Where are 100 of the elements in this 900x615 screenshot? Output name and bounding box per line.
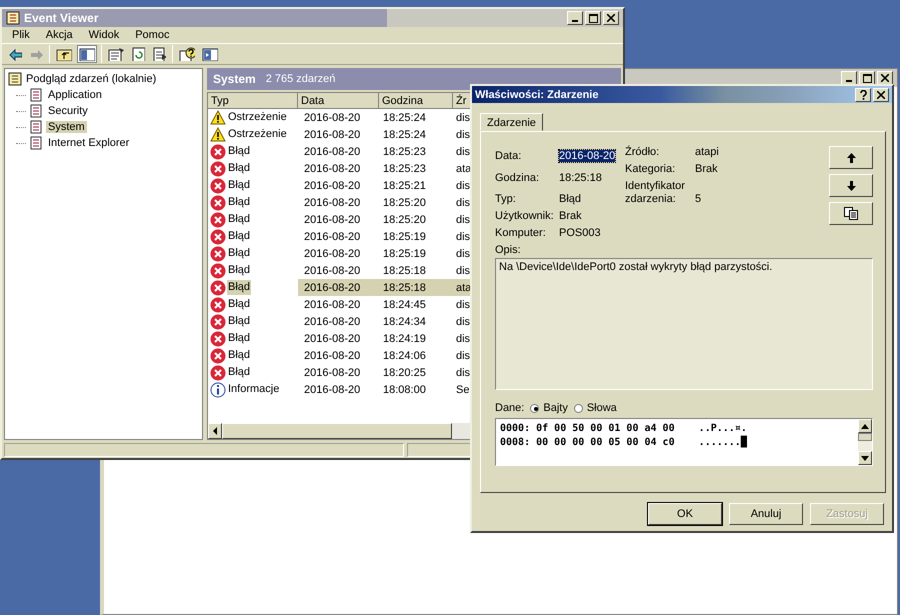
event-type[interactable]: Błąd: [227, 297, 252, 312]
radio-button[interactable]: [530, 404, 540, 412]
help-button[interactable]: [855, 88, 871, 102]
table-cell-text: dis: [455, 298, 470, 312]
table-cell-text: 18:25:20: [382, 196, 427, 210]
tree-item[interactable]: Internet Explorer: [46, 137, 132, 149]
event-type[interactable]: Błąd: [227, 348, 252, 363]
event-type[interactable]: Błąd: [227, 161, 252, 176]
tree-item[interactable]: System: [46, 121, 87, 133]
dialog-title: Właściwości: Zdarzenie: [475, 88, 598, 100]
tab[interactable]: Zdarzenie: [480, 113, 543, 131]
event-type[interactable]: Błąd: [227, 331, 252, 346]
column-header[interactable]: Godzina: [379, 93, 453, 109]
column-header[interactable]: Data: [298, 93, 379, 109]
error-icon: [210, 314, 226, 330]
close-button[interactable]: [877, 71, 893, 85]
event-type[interactable]: Błąd: [227, 246, 252, 261]
close-button[interactable]: [603, 11, 619, 25]
maximize-button[interactable]: [859, 71, 875, 85]
event-type[interactable]: Błąd: [227, 314, 252, 329]
description-box[interactable]: Na \Device\Ide\IdePort0 został wykryty błąd parzystości.: [495, 258, 873, 390]
dialog-button[interactable]: OK: [648, 503, 722, 525]
table-cell-text: 18:08:00: [382, 382, 427, 398]
window-title: Event Viewer: [24, 11, 98, 25]
table-cell-text: 18:24:34: [382, 314, 427, 330]
radio-button[interactable]: [574, 404, 583, 412]
log-icon: [29, 120, 43, 134]
copy-icon: [844, 207, 858, 220]
close-button[interactable]: [873, 88, 889, 102]
event-type[interactable]: Błąd: [227, 195, 252, 210]
hex-line: 0000: 0f 00 50 00 01 00 a4 00 ..P...¤.: [500, 422, 748, 436]
previous-event-button[interactable]: [829, 146, 873, 169]
field-label: Godzina:: [495, 172, 540, 185]
event-type[interactable]: Informacje: [227, 382, 280, 397]
dialog-button[interactable]: Anuluj: [729, 503, 803, 525]
event-type[interactable]: Ostrzeżenie: [227, 127, 288, 142]
table-cell-text: Se: [455, 382, 470, 398]
event-type[interactable]: Błąd: [227, 144, 252, 159]
action-pane-icon[interactable]: [201, 46, 219, 62]
radio-option[interactable]: Słowa: [574, 402, 617, 414]
table-cell-text: 2016-08-20: [303, 298, 362, 312]
menu-item[interactable]: Plik: [4, 29, 38, 41]
event-type[interactable]: Błąd: [227, 263, 252, 278]
vertical-scrollbar[interactable]: [858, 419, 872, 465]
event-type[interactable]: Błąd: [227, 280, 252, 295]
properties-icon[interactable]: [107, 46, 125, 62]
maximize-button[interactable]: [585, 11, 601, 25]
table-cell-text: dis: [455, 230, 470, 244]
table-cell-text: 2016-08-20: [303, 128, 362, 142]
table-cell-text: 2016-08-20: [303, 246, 362, 262]
error-icon: [210, 330, 226, 346]
field-label: Komputer:: [495, 227, 547, 240]
event-count: 2 765 zdarzeń: [266, 73, 336, 85]
field-value: 2016-08-20: [559, 150, 616, 162]
field-value: atapi: [695, 146, 720, 159]
hex-data-box[interactable]: 0000: 0f 00 50 00 01 00 a4 00 ..P...¤. 0008: 00 00 00 00 05 00 04 c0 .......█: [495, 418, 873, 466]
back-arrow-icon[interactable]: [7, 46, 23, 62]
field-label: Opis:: [495, 244, 522, 256]
minimize-button[interactable]: [841, 71, 857, 85]
error-icon: [210, 296, 226, 312]
up-arrow-icon: [861, 424, 869, 428]
menu-item[interactable]: Widok: [80, 29, 128, 41]
menu-item[interactable]: Akcja: [38, 29, 81, 41]
table-cell-text: 2016-08-20: [303, 314, 362, 330]
table-cell-text: 2016-08-20: [303, 332, 362, 346]
info-icon: [210, 382, 226, 398]
copy-button[interactable]: [829, 202, 873, 225]
field-label: Źródło:: [625, 146, 660, 159]
log-icon: [29, 136, 43, 150]
table-cell: 2016-08-20: [298, 279, 379, 296]
minimize-button[interactable]: [567, 11, 583, 25]
table-cell-text: dis: [455, 332, 470, 346]
event-type[interactable]: Błąd: [227, 229, 252, 244]
warning-icon: [210, 110, 226, 125]
menu-item[interactable]: Pomoc: [127, 29, 178, 41]
refresh-icon[interactable]: [130, 46, 146, 62]
tree-item[interactable]: Podgląd zdarzeń (lokalnie): [8, 71, 199, 87]
table-cell-text: 18:25:23: [382, 162, 427, 176]
table-cell-text: 2016-08-20: [303, 178, 362, 194]
table-cell-text: 2016-08-20: [303, 366, 362, 380]
column-header[interactable]: Typ: [208, 93, 298, 109]
table-cell-text: 18:25:19: [382, 230, 427, 244]
next-event-button[interactable]: [829, 174, 873, 197]
event-type[interactable]: Błąd: [227, 212, 252, 227]
table-cell-text: dis: [455, 212, 470, 228]
error-icon: [210, 348, 226, 364]
event-type[interactable]: Ostrzeżenie: [227, 110, 288, 125]
tree-pane-icon[interactable]: [78, 46, 96, 62]
warning-icon: [210, 127, 226, 142]
tree-item[interactable]: Application: [46, 89, 104, 101]
radio-option[interactable]: Bajty: [530, 402, 568, 414]
tree-item[interactable]: Security: [46, 105, 90, 117]
field-value: Błąd: [559, 193, 582, 205]
help-icon[interactable]: [178, 46, 196, 62]
event-type[interactable]: Błąd: [227, 365, 252, 380]
table-cell-text: 18:25:20: [382, 212, 427, 228]
log-title: System: [213, 72, 256, 86]
table-cell-text: dis: [455, 144, 470, 160]
event-type[interactable]: Błąd: [227, 178, 252, 193]
export-list-icon[interactable]: [151, 46, 167, 62]
